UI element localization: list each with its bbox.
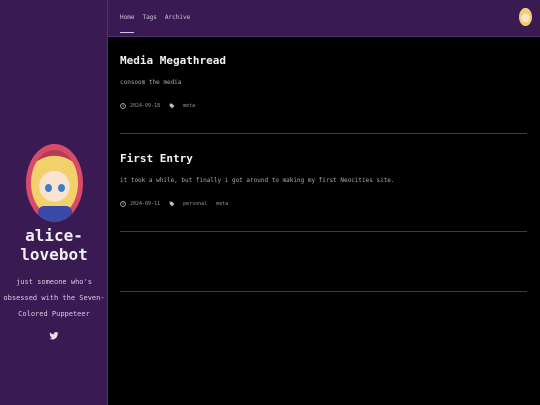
post-divider: [120, 231, 527, 232]
post-excerpt: consoom the media: [120, 79, 182, 86]
tag-icon: [169, 103, 175, 109]
nav-home[interactable]: Home: [120, 14, 135, 33]
post-title[interactable]: First Entry: [120, 152, 527, 165]
site-name[interactable]: alice-lovebot: [0, 226, 108, 264]
post-date: 2024-09-18: [130, 103, 161, 109]
post-tag[interactable]: meta: [216, 201, 228, 207]
post-date: 2024-09-11: [130, 201, 161, 207]
post-tag[interactable]: meta: [183, 103, 195, 109]
sidebar: alice-lovebot just someone who's obsesse…: [0, 0, 108, 405]
post-meta: 2024-09-18 meta: [120, 103, 527, 109]
top-nav-bar: Home Tags Archive: [108, 0, 540, 37]
post-meta: 2024-09-11 personal meta: [120, 201, 527, 207]
header-avatar[interactable]: [519, 8, 532, 26]
site-tagline: just someone who's obsessed with the Sev…: [3, 278, 105, 318]
post-divider: [120, 133, 527, 134]
post-item: Media Megathread consoom the media 2024-…: [120, 54, 527, 109]
nav-archive[interactable]: Archive: [165, 14, 190, 21]
main-nav: Home Tags Archive: [120, 14, 190, 33]
post-title[interactable]: Media Megathread: [120, 54, 527, 67]
clock-icon: [120, 103, 126, 109]
avatar: [26, 144, 83, 222]
pagination-divider: [120, 291, 527, 292]
twitter-icon[interactable]: [49, 331, 59, 341]
post-excerpt: it took a while, but finally i got aroun…: [120, 177, 395, 184]
tag-icon: [169, 201, 175, 207]
nav-tags[interactable]: Tags: [142, 14, 156, 21]
post-tag[interactable]: personal: [183, 201, 207, 207]
clock-icon: [120, 201, 126, 207]
post-item: First Entry it took a while, but finally…: [120, 152, 527, 207]
